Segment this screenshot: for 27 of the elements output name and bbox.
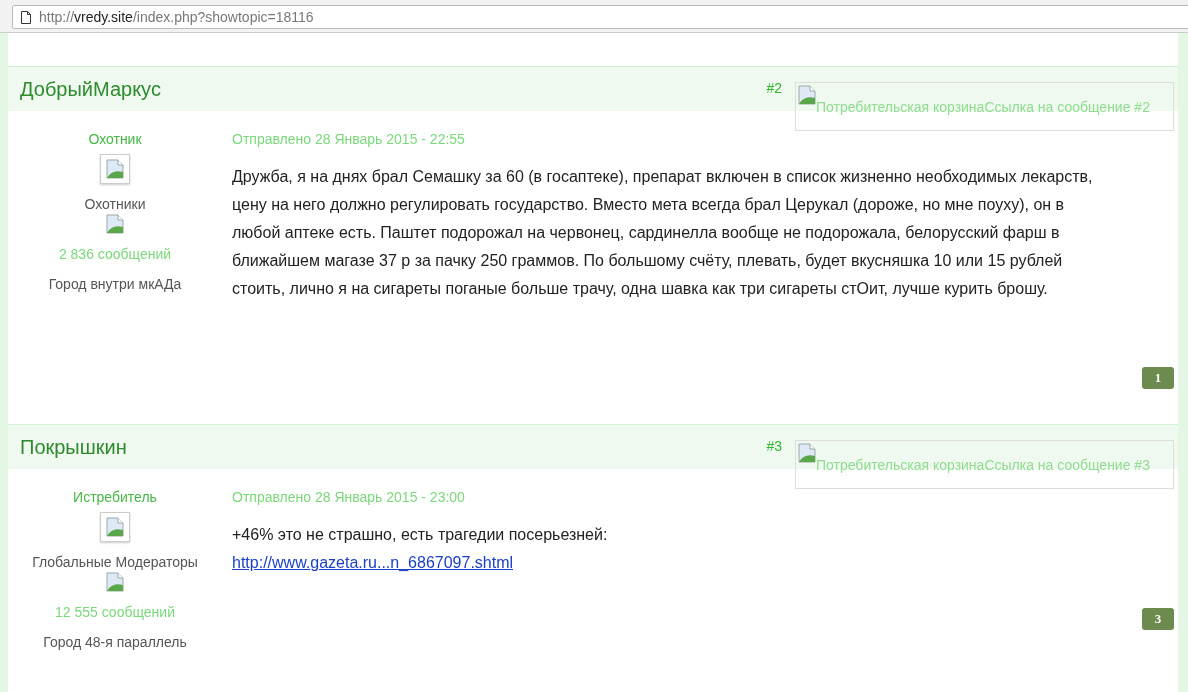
- post-date: Отправлено 28 Январь 2015 - 23:00: [232, 489, 466, 505]
- user-group: Охотники: [84, 196, 146, 212]
- user-group: Глобальные Модераторы: [32, 554, 198, 570]
- group-image-icon: [106, 214, 124, 234]
- user-location: Город внутри мкАДа: [48, 276, 182, 292]
- user-rank: Охотник: [88, 131, 142, 147]
- page-icon: [21, 10, 31, 24]
- post-text: +46% это не страшно, есть трагедии посерьезней:: [232, 525, 609, 545]
- post-number-link[interactable]: #2: [766, 80, 782, 96]
- broken-image-icon: [798, 443, 816, 463]
- reputation-badge[interactable]: 3: [1142, 608, 1174, 630]
- post-number-link[interactable]: #3: [766, 438, 782, 454]
- broken-image-icon: [798, 85, 816, 105]
- address-field[interactable]: http://vredy.site/index.php?showtopic=18116: [12, 5, 1188, 29]
- author-name[interactable]: Покрышкин: [20, 435, 127, 459]
- post-count: 2 836 сообщений: [58, 246, 172, 262]
- post-link[interactable]: http://www.gazeta.ru...n_6867097.shtml: [232, 554, 514, 571]
- group-image-icon: [106, 572, 124, 592]
- broken-image-icon: [106, 159, 124, 179]
- post-text: Дружба, я на днях брал Семашку за 60 (в госаптеке), препарат включен в список жизненно необходимых лекарств, цену на него должно регулировать государство. Вместо мета всегда брал Церукал (дороже, но мне поуху), он в любой аптеке есть. Паштет подорожал на червонец, сардинелла вообще не подорожала, белорусский фарш в ближайшем магазе 37 р за пачку 250 граммов. По большому счёту, плевать, будет вкусняшка 10 или 15 рублей стоить, лично я на сигареты поганые больше трачу, одна шавка как три сигареты стОит, лучше курить брошу.: [232, 167, 1094, 299]
- user-location: Город 48-я параллель: [43, 634, 187, 650]
- author-name[interactable]: ДобрыйМаркус: [20, 77, 161, 101]
- broken-image-icon: [106, 517, 124, 537]
- user-rank: Истребитель: [73, 489, 157, 505]
- post-count: 12 555 сообщений: [55, 604, 175, 620]
- reputation-badge[interactable]: 1: [1142, 367, 1174, 389]
- post-date: Отправлено 28 Январь 2015 - 22:55: [232, 131, 466, 147]
